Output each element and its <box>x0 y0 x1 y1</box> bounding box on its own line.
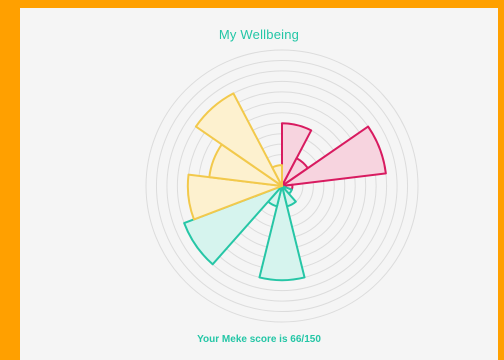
score-text: Your Meke score is 66/150 <box>197 334 321 345</box>
polar-area-chart <box>145 49 419 323</box>
chart-panel: My Wellbeing Your Meke score is 66/150 <box>20 8 498 360</box>
